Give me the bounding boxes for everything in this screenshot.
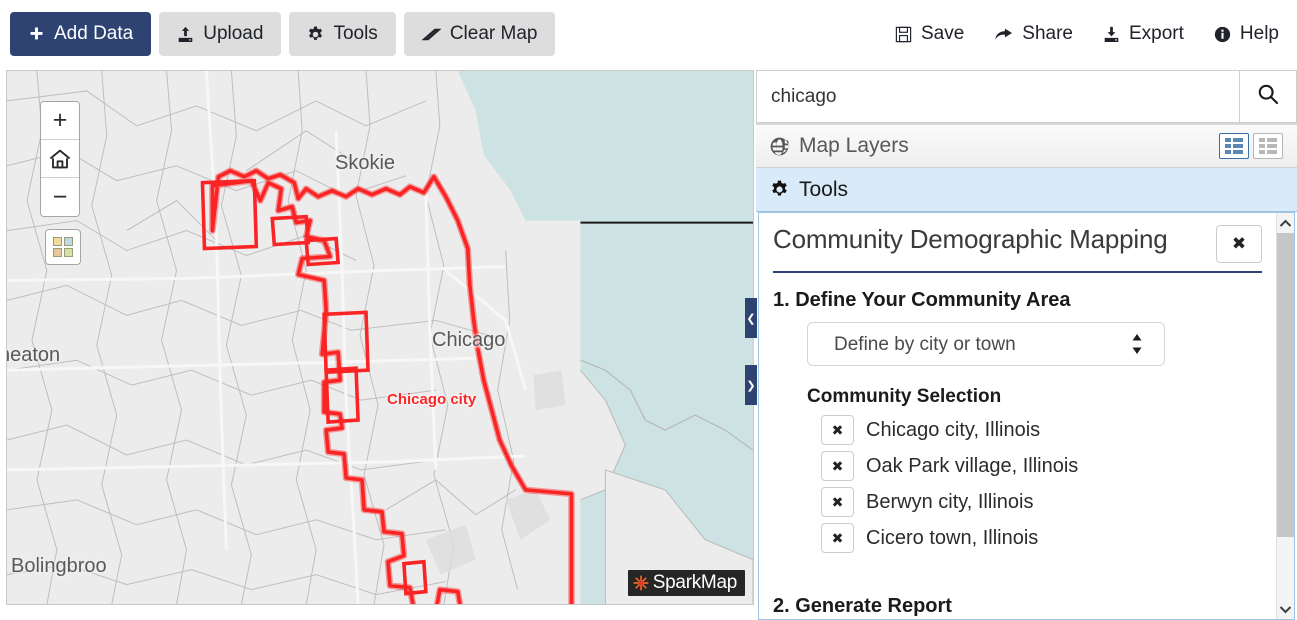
- community-list-item: ✖ Cicero town, Illinois: [821, 522, 1262, 554]
- community-list-item: ✖ Berwyn city, Illinois: [821, 486, 1262, 518]
- accordion-map-layers-label: Map Layers: [799, 134, 909, 157]
- upload-label: Upload: [203, 23, 264, 44]
- toolbar-primary-actions: Add Data Upload Tools Clear Map: [10, 12, 556, 56]
- help-button[interactable]: Help: [1214, 23, 1279, 45]
- remove-community-button[interactable]: ✖: [821, 451, 854, 481]
- sparkmap-attribution: SparkMap: [627, 570, 745, 596]
- view-toggle-group: [1219, 133, 1283, 159]
- upload-icon: [177, 26, 194, 43]
- tool-header: Community Demographic Mapping ✖: [773, 224, 1262, 273]
- list-view-toggle[interactable]: [1253, 133, 1283, 159]
- export-button[interactable]: Export: [1103, 23, 1184, 45]
- accordion-map-layers[interactable]: Map Layers: [756, 124, 1297, 168]
- community-list-item: ✖ Chicago city, Illinois: [821, 414, 1262, 446]
- scroll-up-button[interactable]: [1277, 213, 1294, 233]
- share-button[interactable]: Share: [994, 23, 1073, 45]
- sparkmap-wordmark: SparkMap: [652, 572, 738, 593]
- search-icon: [1257, 83, 1279, 110]
- spark-burst-icon: [633, 575, 649, 591]
- top-toolbar: Add Data Upload Tools Clear Map Save Sha…: [0, 0, 1297, 68]
- gear-icon: [307, 26, 324, 43]
- panel-collapse-tab[interactable]: ❮: [745, 298, 757, 338]
- remove-community-button[interactable]: ✖: [821, 523, 854, 553]
- accordion-tools-label: Tools: [799, 177, 849, 201]
- tool-panel-scrollbar[interactable]: [1276, 213, 1294, 619]
- save-button[interactable]: Save: [895, 23, 964, 45]
- step-1-label: 1. Define Your Community Area: [773, 289, 1071, 311]
- search-button[interactable]: [1239, 70, 1297, 123]
- download-icon: [1103, 26, 1120, 43]
- list-view-icon: [1259, 138, 1277, 154]
- basemap-grid-glyph: [53, 237, 73, 257]
- search-input[interactable]: [756, 70, 1239, 123]
- remove-community-button[interactable]: ✖: [821, 487, 854, 517]
- community-item-label: Berwyn city, Illinois: [866, 490, 1034, 513]
- community-selection-label: Community Selection: [807, 386, 1002, 407]
- share-label: Share: [1022, 23, 1073, 44]
- clear-map-label: Clear Map: [449, 23, 538, 44]
- remove-community-button[interactable]: ✖: [821, 415, 854, 445]
- community-item-label: Chicago city, Illinois: [866, 418, 1041, 441]
- grid-view-icon: [1225, 138, 1243, 154]
- scroll-down-button[interactable]: [1277, 599, 1294, 619]
- globe-icon: [770, 137, 789, 156]
- map-canvas: [7, 71, 753, 604]
- tool-title: Community Demographic Mapping: [773, 224, 1168, 254]
- upload-button[interactable]: Upload: [159, 12, 282, 56]
- grid-view-toggle[interactable]: [1219, 133, 1249, 159]
- scrollbar-track[interactable]: [1277, 233, 1294, 599]
- tools-label: Tools: [333, 23, 378, 44]
- share-arrow-icon: [994, 26, 1013, 43]
- search-bar: [756, 70, 1297, 124]
- plus-icon: [28, 26, 45, 43]
- community-item-label: Oak Park village, Illinois: [866, 454, 1079, 477]
- tool-card-content: Community Demographic Mapping ✖ 1. Defin…: [759, 213, 1276, 619]
- map-viewport[interactable]: Skokie Chicago Chicago city heaton Bolin…: [6, 70, 754, 605]
- community-item-label: Cicero town, Illinois: [866, 526, 1039, 549]
- gear-icon: [770, 180, 789, 199]
- community-list-item: ✖ Oak Park village, Illinois: [821, 450, 1262, 482]
- info-circle-icon: [1214, 26, 1231, 43]
- zoom-out-button[interactable]: −: [41, 178, 79, 216]
- right-panel: Map Layers Tools: [756, 70, 1297, 620]
- close-tool-button[interactable]: ✖: [1216, 225, 1262, 263]
- add-data-button[interactable]: Add Data: [10, 12, 152, 56]
- tool-card: Community Demographic Mapping ✖ 1. Defin…: [758, 212, 1295, 620]
- step-2-label: 2. Generate Report: [773, 595, 952, 617]
- save-label: Save: [920, 23, 965, 44]
- eraser-icon: [421, 26, 441, 43]
- scrollbar-thumb[interactable]: [1277, 233, 1294, 537]
- clear-map-button[interactable]: Clear Map: [403, 12, 556, 56]
- map-zoom-controls: + −: [40, 101, 80, 217]
- zoom-in-button[interactable]: +: [41, 102, 79, 140]
- toolbar-secondary-actions: Save Share Export Help: [895, 23, 1279, 45]
- basemap-grid-icon[interactable]: [45, 229, 81, 265]
- tools-button[interactable]: Tools: [289, 12, 396, 56]
- floppy-disk-icon: [895, 26, 912, 43]
- home-button[interactable]: [41, 140, 79, 178]
- help-label: Help: [1239, 23, 1279, 44]
- define-community-wrap: Define by city or town Define by county …: [773, 322, 1262, 366]
- define-community-select[interactable]: Define by city or town Define by county …: [807, 322, 1165, 366]
- export-label: Export: [1129, 23, 1184, 44]
- accordion-tools[interactable]: Tools: [756, 168, 1297, 212]
- panel-expand-tab[interactable]: ❯: [745, 365, 757, 405]
- add-data-label: Add Data: [54, 23, 134, 44]
